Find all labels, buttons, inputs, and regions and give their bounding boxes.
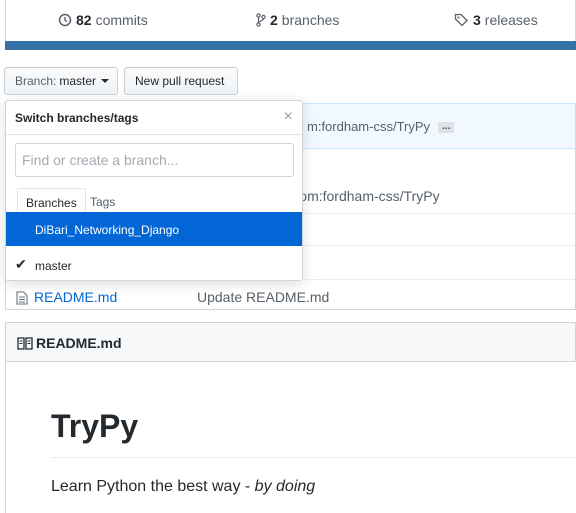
check-icon: ✔	[15, 256, 27, 272]
branch-item-dibari-networking-django[interactable]: DiBari_Networking_Django	[6, 212, 302, 246]
branch-name: master	[59, 74, 97, 88]
commits-stat[interactable]: 82 commits	[58, 12, 148, 28]
history-icon	[58, 13, 72, 27]
chevron-down-icon	[101, 79, 110, 83]
branch-item-label: master	[35, 259, 72, 273]
tag-icon	[454, 13, 468, 27]
commits-label: commits	[95, 12, 148, 28]
releases-label: releases	[484, 12, 538, 28]
commit-message-link[interactable]: Update README.md	[197, 289, 329, 305]
branch-prefix: Branch:	[15, 74, 57, 88]
file-row: README.md Update README.md	[6, 279, 575, 314]
file-name-link[interactable]: README.md	[34, 289, 117, 305]
heading-divider	[51, 457, 576, 458]
dropdown-title: Switch branches/tags	[15, 111, 139, 125]
branches-label: branches	[281, 12, 340, 28]
branch-filter-input[interactable]	[15, 143, 294, 177]
branch-item-master[interactable]: ✔ master	[6, 248, 302, 282]
close-icon[interactable]: ×	[284, 108, 293, 126]
repo-stats-bar: 82 commits 2 branches 3 releases	[5, 0, 576, 41]
readme-title: README.md	[36, 335, 122, 351]
tab-tags[interactable]: Tags	[82, 188, 123, 213]
readme-heading: TryPy	[51, 408, 139, 444]
new-pull-request-label: New pull request	[135, 74, 225, 88]
dropdown-tabs: Branches Tags	[6, 188, 302, 213]
releases-count: 3	[473, 12, 481, 28]
branch-item-label: DiBari_Networking_Django	[35, 223, 180, 237]
language-bar	[5, 41, 576, 50]
readme-paragraph: Learn Python the best way - by doing	[51, 478, 316, 495]
releases-stat[interactable]: 3 releases	[454, 12, 538, 28]
book-icon	[17, 337, 33, 350]
branch-select-button[interactable]: Branch: master	[4, 67, 118, 95]
dropdown-header: Switch branches/tags ×	[6, 101, 302, 135]
branches-stat[interactable]: 2 branches	[256, 12, 339, 28]
branch-switcher-dropdown: Switch branches/tags × Branches Tags DiB…	[5, 100, 303, 281]
commits-count: 82	[76, 12, 92, 28]
git-branch-icon	[256, 13, 266, 27]
readme-header: README.md	[5, 322, 576, 362]
commit-message[interactable]: m:fordham-css/TryPy...	[307, 119, 455, 134]
new-pull-request-button[interactable]: New pull request	[124, 67, 238, 95]
file-icon	[16, 291, 28, 305]
branches-count: 2	[270, 12, 278, 28]
readme-body: TryPy Learn Python the best way - by doi…	[5, 361, 576, 513]
expand-commit-button[interactable]: ...	[438, 122, 455, 134]
tab-branches[interactable]: Branches	[17, 188, 86, 213]
